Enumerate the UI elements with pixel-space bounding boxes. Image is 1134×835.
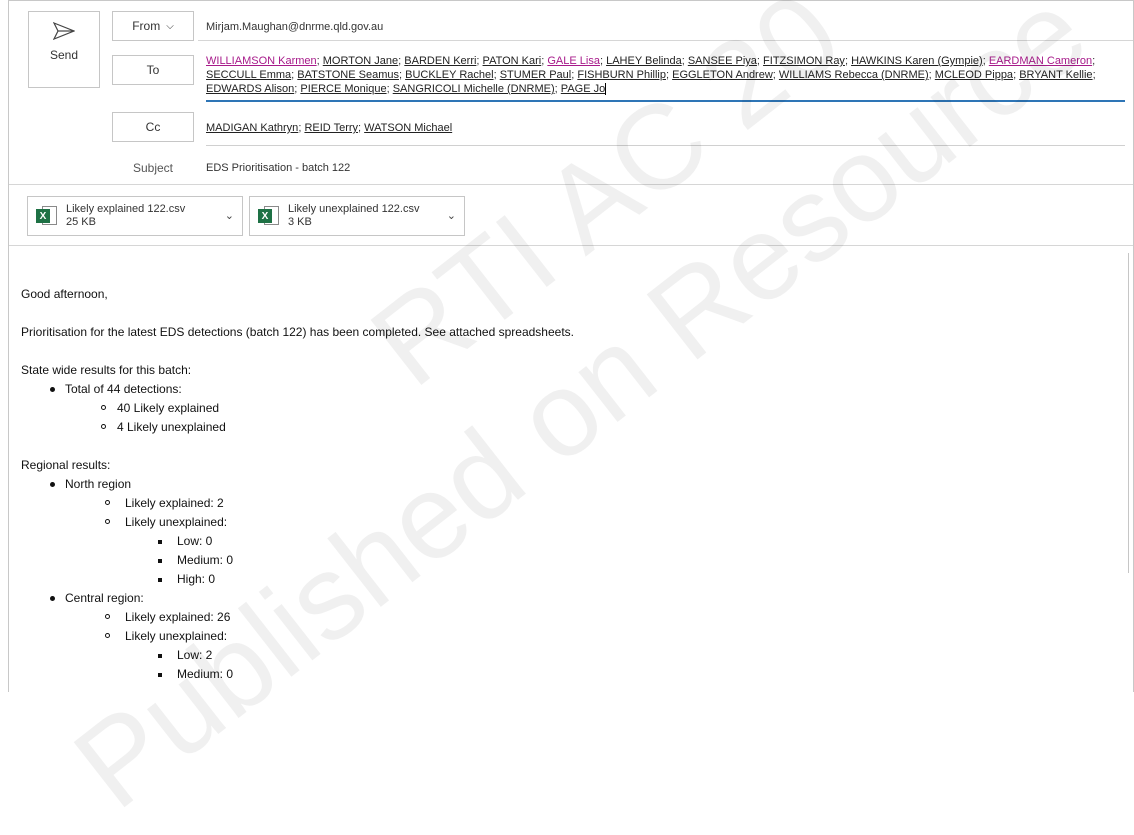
state-heading: State wide results for this batch:: [21, 363, 192, 377]
recipient-link[interactable]: GALE Lisa: [547, 55, 600, 67]
recipient-link[interactable]: WILLIAMSON Karmen: [206, 55, 317, 67]
recipient-link[interactable]: HAWKINS Karen (Gympie): [851, 55, 983, 67]
list-item: Low: 2: [21, 646, 574, 665]
recipient-link[interactable]: BARDEN Kerri: [404, 55, 476, 67]
recipient-link[interactable]: STUMER Paul: [500, 69, 572, 81]
from-button[interactable]: From ⌵: [112, 11, 194, 41]
subject-label: Subject: [132, 161, 174, 175]
list-item: Likely unexplained:: [21, 627, 574, 646]
recipient-link[interactable]: EGGLETON Andrew: [672, 69, 773, 81]
recipient-link[interactable]: PIERCE Monique: [300, 83, 386, 95]
list-item: Likely unexplained:: [21, 513, 574, 532]
header-divider: [9, 184, 1133, 185]
recipient-link[interactable]: EDWARDS Alison: [206, 83, 294, 95]
intro-text: Prioritisation for the latest EDS detect…: [21, 325, 574, 339]
list-item: 4 Likely unexplained: [21, 418, 574, 437]
message-body[interactable]: Good afternoon, Prioritisation for the l…: [21, 285, 574, 684]
recipient-link[interactable]: PATON Kari: [483, 55, 542, 67]
attachment-size: 3 KB: [288, 216, 312, 228]
list-item: Medium: 0: [21, 551, 574, 570]
regional-heading: Regional results:: [21, 458, 111, 472]
recipient-link[interactable]: SANSEE Piya: [688, 55, 757, 67]
recipient-link[interactable]: MORTON Jane: [323, 55, 398, 67]
recipient-link[interactable]: SANGRICOLI Michelle (DNRME): [393, 83, 555, 95]
attachment-name: Likely explained 122.csv: [66, 203, 186, 215]
cc-button[interactable]: Cc: [112, 112, 194, 142]
send-label: Send: [49, 48, 79, 62]
list-item: North region: [21, 475, 574, 494]
attachment-name: Likely unexplained 122.csv: [288, 203, 420, 215]
recipient-link[interactable]: MCLEOD Pippa: [935, 69, 1013, 81]
send-icon: [53, 22, 75, 40]
to-field[interactable]: WILLIAMSON Karmen; MORTON Jane; BARDEN K…: [206, 54, 1125, 102]
scrollbar[interactable]: [1128, 253, 1133, 573]
list-item: Likely explained: 2: [21, 494, 574, 513]
recipient-link[interactable]: WILLIAMS Rebecca (DNRME): [779, 69, 929, 81]
list-item: Medium: 0: [21, 665, 574, 684]
list-item: Central region:: [21, 589, 574, 608]
list-item: 40 Likely explained: [21, 399, 574, 418]
list-item: Low: 0: [21, 532, 574, 551]
excel-icon: X: [258, 205, 280, 227]
from-value: Mirjam.Maughan@dnrme.qld.gov.au: [206, 21, 384, 33]
recipient-link[interactable]: BATSTONE Seamus: [297, 69, 399, 81]
excel-icon: X: [36, 205, 58, 227]
recipient-link[interactable]: SECCULL Emma: [206, 69, 291, 81]
chevron-down-icon[interactable]: ⌄: [447, 209, 456, 222]
attachment-likely-unexplained[interactable]: X Likely unexplained 122.csv 3 KB ⌄: [249, 196, 465, 236]
from-label: From: [132, 19, 161, 33]
recipient-link[interactable]: WATSON Michael: [364, 122, 452, 134]
list-item: High: 0: [21, 570, 574, 589]
chevron-down-icon[interactable]: ⌄: [225, 209, 234, 222]
recipient-link[interactable]: MADIGAN Kathryn: [206, 122, 298, 134]
send-button[interactable]: Send: [28, 11, 100, 88]
to-button[interactable]: To: [112, 55, 194, 85]
recipient-link[interactable]: BRYANT Kellie: [1019, 69, 1092, 81]
recipient-link[interactable]: FITZSIMON Ray: [763, 55, 845, 67]
attachment-size: 25 KB: [66, 216, 96, 228]
cc-label: Cc: [145, 120, 161, 134]
recipient-link[interactable]: PAGE Jo: [561, 83, 605, 95]
recipient-link[interactable]: FISHBURN Phillip: [577, 69, 666, 81]
recipient-link[interactable]: EARDMAN Cameron: [989, 55, 1092, 67]
subject-value: EDS Prioritisation - batch 122: [206, 162, 351, 174]
cc-field[interactable]: MADIGAN Kathryn; REID Terry; WATSON Mich…: [206, 121, 1125, 146]
list-item: Total of 44 detections:: [21, 380, 574, 399]
recipient-link[interactable]: REID Terry: [304, 122, 358, 134]
subject-field[interactable]: EDS Prioritisation - batch 122: [206, 161, 1125, 175]
text-cursor: [605, 83, 607, 96]
recipient-link[interactable]: LAHEY Belinda: [606, 55, 682, 67]
recipient-link[interactable]: BUCKLEY Rachel: [405, 69, 493, 81]
list-item: Likely explained: 26: [21, 608, 574, 627]
to-label: To: [146, 63, 160, 77]
compose-window: Send From ⌵ Mirjam.Maughan@dnrme.qld.gov…: [8, 0, 1134, 692]
greeting: Good afternoon,: [21, 287, 108, 301]
from-field[interactable]: Mirjam.Maughan@dnrme.qld.gov.au: [206, 20, 1125, 34]
attachments-divider: [9, 245, 1133, 246]
attachment-likely-explained[interactable]: X Likely explained 122.csv 25 KB ⌄: [27, 196, 243, 236]
from-divider: [198, 40, 1133, 41]
chevron-down-icon: ⌵: [166, 20, 174, 32]
